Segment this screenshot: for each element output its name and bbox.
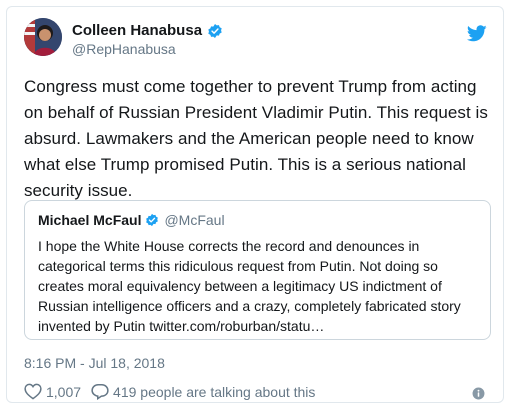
quoted-tweet-text: I hope the White House corrects the reco… <box>38 238 461 334</box>
like-action[interactable]: 1,007 <box>24 383 81 400</box>
info-icon[interactable] <box>472 387 485 400</box>
tweet-text: Congress must come together to prevent T… <box>24 77 488 200</box>
quoted-author-handle: @McFaul <box>164 212 225 228</box>
author-handle[interactable]: @RepHanabusa <box>72 41 176 57</box>
quoted-author-name: Michael McFaul <box>38 212 142 228</box>
verified-badge-icon <box>146 213 159 227</box>
verified-badge-icon <box>208 23 222 38</box>
author-name[interactable]: Colleen Hanabusa <box>72 22 202 39</box>
tweet-timestamp[interactable]: 8:16 PM - Jul 18, 2018 <box>24 355 165 371</box>
speech-bubble-icon <box>91 384 109 400</box>
avatar-image <box>24 18 62 56</box>
twitter-bird-icon[interactable] <box>467 25 487 42</box>
like-count: 1,007 <box>46 383 82 400</box>
avatar[interactable] <box>24 18 62 56</box>
talking-count-text: 419 people are talking about this <box>113 383 316 400</box>
heart-icon <box>24 383 42 400</box>
tweet-actions: 1,007 419 people are talking about this <box>24 383 325 400</box>
embedded-tweet-card: Colleen Hanabusa @RepHanabusa Congress m… <box>6 6 504 403</box>
quoted-tweet[interactable]: Michael McFaul @McFaul I hope the White … <box>24 200 491 340</box>
talking-action[interactable]: 419 people are talking about this <box>91 383 315 400</box>
